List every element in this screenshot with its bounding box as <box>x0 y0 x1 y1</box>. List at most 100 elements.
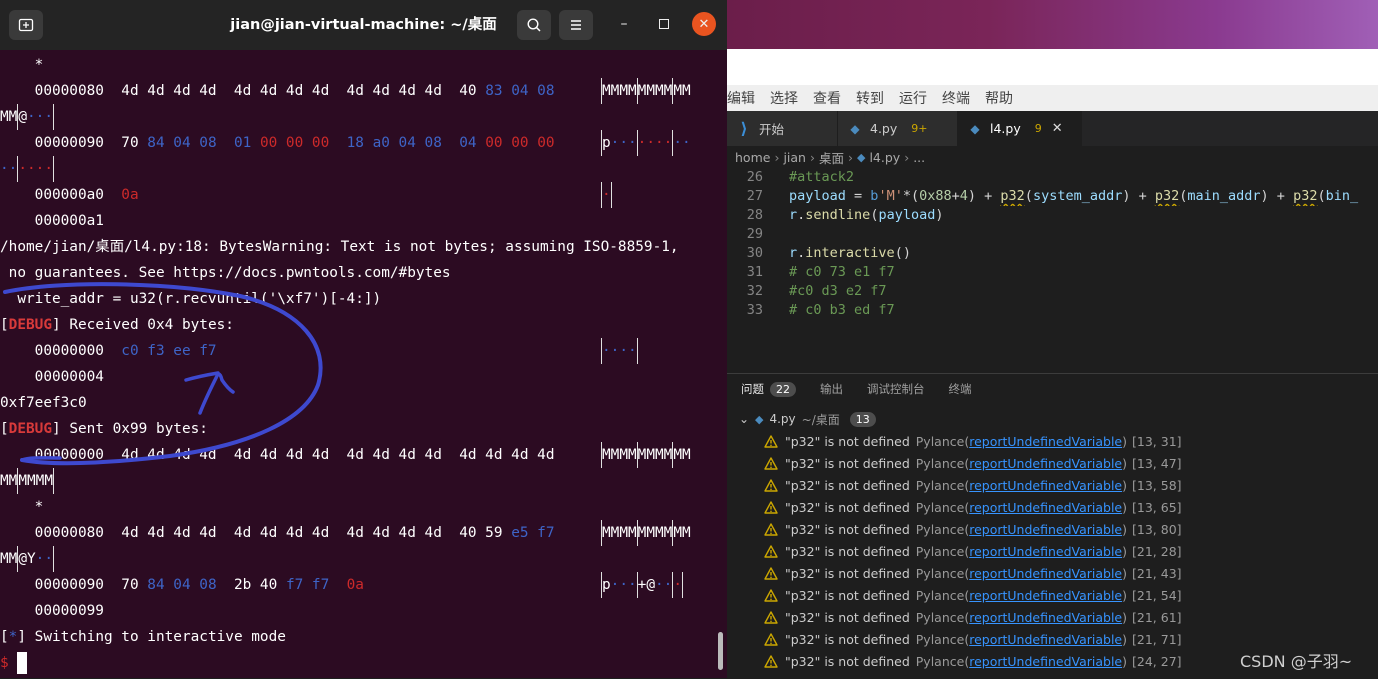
problem-location: [13, 80] <box>1132 521 1182 537</box>
code-line: 27 payload = b'M'*(0x88+4) + p32(system_a… <box>727 187 1378 206</box>
hexdump-bytes: 4d 4d 4d 4d 4d 4d 4d 4d 4d 4d 4d 4d 40 <box>121 83 477 99</box>
hexdump-bytes: c0 f3 ee f7 <box>121 343 217 359</box>
code-token: payload <box>878 207 936 223</box>
python-file-icon: ◆ <box>755 412 764 426</box>
problem-message: "p32" is not defined <box>785 565 910 581</box>
problem-message: "p32" is not defined <box>785 455 910 471</box>
problem-code-link[interactable]: reportUndefinedVariable <box>969 544 1122 559</box>
vscode-logo-icon: ⟩ <box>740 119 748 138</box>
problem-code-link[interactable]: reportUndefinedVariable <box>969 500 1122 515</box>
problem-row[interactable]: "p32" is not defined Pylance(reportUndefi… <box>727 628 1378 650</box>
tab-debug-console[interactable]: 调试控制台 <box>867 381 925 397</box>
terminal-output[interactable]: * 00000080 4d 4d 4d 4d 4d 4d 4d 4d 4d 4d… <box>0 52 727 678</box>
terminal-line: 00000090 70 84 04 08 01 00 00 00 18 a0 0… <box>0 130 555 156</box>
code-token: ) + <box>1122 188 1155 204</box>
problem-code-link[interactable]: reportUndefinedVariable <box>969 478 1122 493</box>
paren-close: ) <box>1122 653 1128 669</box>
tab-problems[interactable]: 问题 22 <box>741 381 796 397</box>
code-line: 28 r.sendline(payload) <box>727 206 1378 225</box>
problem-row[interactable]: "p32" is not defined Pylance(reportUndefi… <box>727 562 1378 584</box>
ascii-chunk: ··· <box>27 109 53 125</box>
tab-output[interactable]: 输出 <box>820 381 843 397</box>
breadcrumb-item[interactable]: home <box>735 150 770 165</box>
tab-terminal[interactable]: 终端 <box>949 381 972 397</box>
tab-label: l4.py <box>990 121 1021 136</box>
problem-row[interactable]: "p32" is not defined Pylance(reportUndefi… <box>727 584 1378 606</box>
ascii-chunk: ···· <box>637 135 673 151</box>
file-problem-count: 13 <box>849 411 876 427</box>
problem-location: [21, 43] <box>1132 565 1182 581</box>
menu-button[interactable] <box>559 10 593 40</box>
menu-terminal[interactable]: 终端 <box>942 88 970 108</box>
problem-location: [13, 47] <box>1132 455 1182 471</box>
terminal-line: 00000004 <box>0 364 104 390</box>
new-tab-button[interactable] <box>9 10 43 40</box>
problem-row[interactable]: "p32" is not defined Pylance(reportUndefi… <box>727 452 1378 474</box>
search-button[interactable] <box>517 10 551 40</box>
line-number: 26 <box>746 169 763 185</box>
breadcrumb-item[interactable]: ... <box>913 150 925 165</box>
ascii-chunk: ·· <box>655 577 673 593</box>
breadcrumb-item[interactable]: l4.py <box>869 150 900 165</box>
tab-l4py[interactable]: ◆ l4.py 9 ✕ <box>958 111 1082 146</box>
problem-code-link[interactable]: reportUndefinedVariable <box>969 456 1122 471</box>
problem-message: "p32" is not defined <box>785 477 910 493</box>
menu-view[interactable]: 查看 <box>813 88 841 108</box>
line-number: 29 <box>746 226 763 242</box>
breadcrumb-item[interactable]: 桌面 <box>819 148 844 167</box>
warning-icon <box>764 610 778 624</box>
code-line: 30 r.interactive() <box>727 244 1378 263</box>
menu-edit[interactable]: 编辑 <box>727 88 755 108</box>
hexdump-offset: 00000090 <box>34 135 104 151</box>
terminal-scrollbar[interactable] <box>718 632 723 670</box>
search-icon <box>527 18 541 32</box>
menu-help[interactable]: 帮助 <box>985 88 1013 108</box>
ascii-chunk: ···· <box>602 343 637 359</box>
hexdump-ascii: ···· <box>601 338 638 364</box>
minimize-button[interactable]: – <box>612 12 636 36</box>
terminal-header: jian@jian-virtual-machine: ~/桌面 – ✕ <box>0 0 727 50</box>
menu-run[interactable]: 运行 <box>899 88 927 108</box>
problem-code-link[interactable]: reportUndefinedVariable <box>969 588 1122 603</box>
close-button[interactable]: ✕ <box>692 12 716 36</box>
breadcrumb-item[interactable]: jian <box>783 150 806 165</box>
text-cursor <box>17 652 28 674</box>
warning-icon <box>764 588 778 602</box>
menu-selection[interactable]: 选择 <box>770 88 798 108</box>
warning-icon <box>764 654 778 668</box>
code-comment: # c0 b3 ed f7 <box>789 302 895 318</box>
problem-code-link[interactable]: reportUndefinedVariable <box>969 566 1122 581</box>
code-editor[interactable]: 26 #attack2 27 payload = b'M'*(0x88+4) + p… <box>727 168 1378 318</box>
close-icon[interactable]: ✕ <box>1052 121 1063 136</box>
tab-welcome[interactable]: ⟩ 开始 <box>727 111 838 146</box>
menu-go[interactable]: 转到 <box>856 88 884 108</box>
hexdump-offset: 00000090 <box>34 577 104 593</box>
code-token: system_addr <box>1032 188 1123 204</box>
problem-row[interactable]: "p32" is not defined Pylance(reportUndefi… <box>727 518 1378 540</box>
problem-code-link[interactable]: reportUndefinedVariable <box>969 434 1122 449</box>
problem-location: [21, 71] <box>1132 631 1182 647</box>
problem-code-link[interactable]: reportUndefinedVariable <box>969 610 1122 625</box>
hexdump-bytes: 84 04 08 <box>147 577 217 593</box>
problem-code-link[interactable]: reportUndefinedVariable <box>969 632 1122 647</box>
code-token: 'M' <box>878 188 903 204</box>
hexdump-bytes: f7 f7 <box>285 577 330 593</box>
ascii-chunk: MM <box>0 109 18 125</box>
terminal-line: 000000a0 0a <box>0 182 139 208</box>
problem-row[interactable]: "p32" is not defined Pylance(reportUndefi… <box>727 496 1378 518</box>
problem-code-link[interactable]: reportUndefinedVariable <box>969 654 1122 669</box>
problem-row[interactable]: "p32" is not defined Pylance(reportUndefi… <box>727 430 1378 452</box>
code-token: bin_ <box>1325 188 1359 204</box>
problem-source: Pylance <box>915 609 965 625</box>
terminal-line: [DEBUG] Received 0x4 bytes: <box>0 317 234 333</box>
problem-row[interactable]: "p32" is not defined Pylance(reportUndefi… <box>727 474 1378 496</box>
maximize-button[interactable] <box>652 12 676 36</box>
chevron-down-icon: ⌄ <box>738 412 750 426</box>
tab-4py[interactable]: ◆ 4.py 9+ <box>838 111 958 146</box>
problems-file-group[interactable]: ⌄ ◆ 4.py ~/桌面 13 <box>727 408 876 430</box>
problem-row[interactable]: "p32" is not defined Pylance(reportUndefi… <box>727 606 1378 628</box>
problem-code-link[interactable]: reportUndefinedVariable <box>969 522 1122 537</box>
line-number: 33 <box>746 302 763 318</box>
problem-row[interactable]: "p32" is not defined Pylance(reportUndefi… <box>727 540 1378 562</box>
warning-icon <box>764 544 778 558</box>
